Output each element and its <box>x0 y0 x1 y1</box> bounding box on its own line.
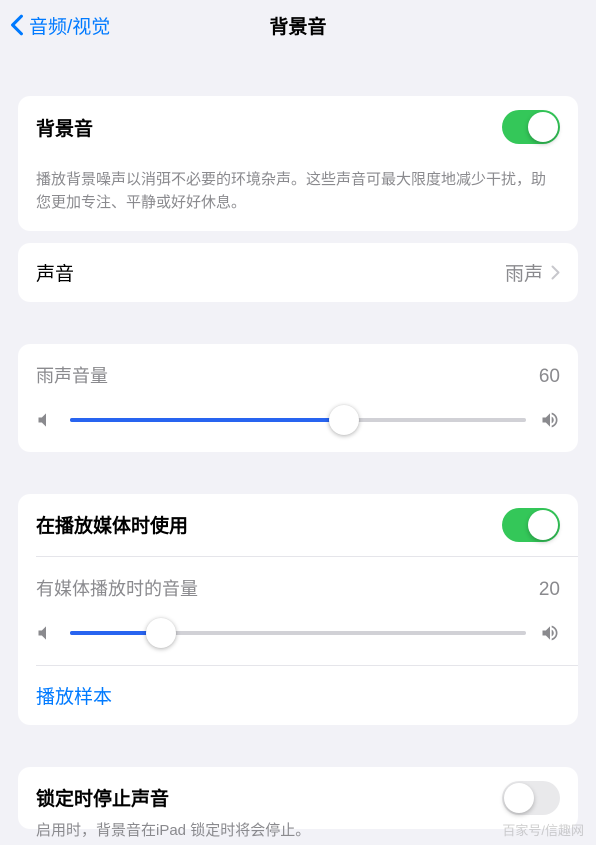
back-label: 音频/视觉 <box>29 12 110 39</box>
play-sample-button[interactable]: 播放样本 <box>18 666 578 725</box>
group-rain-volume: 雨声音量 60 <box>18 344 578 452</box>
media-volume-label: 有媒体播放时的音量 <box>36 575 198 601</box>
media-use-label: 在播放媒体时使用 <box>36 511 188 538</box>
media-use-toggle[interactable] <box>502 508 560 542</box>
lock-stop-description: 启用时，背景音在iPad 锁定时将会停止。 <box>18 807 578 842</box>
media-volume-slider[interactable] <box>70 631 526 635</box>
group-media: 在播放媒体时使用 有媒体播放时的音量 20 <box>18 494 578 725</box>
rain-volume-label: 雨声音量 <box>36 362 108 388</box>
sound-label: 声音 <box>36 259 74 286</box>
slider-thumb[interactable] <box>146 618 176 648</box>
group-sound-select: 声音 雨声 <box>18 243 578 302</box>
background-sound-toggle[interactable] <box>502 110 560 144</box>
watermark: 百家号/信趣网 <box>502 820 584 839</box>
lock-stop-toggle[interactable] <box>502 781 560 815</box>
rain-volume-slider[interactable] <box>70 418 526 422</box>
slider-thumb[interactable] <box>329 405 359 435</box>
nav-header: 音频/视觉 背景音 <box>0 0 596 50</box>
sound-select-row[interactable]: 声音 雨声 <box>18 243 578 302</box>
media-volume-value: 20 <box>539 579 560 601</box>
group-background-sound: 背景音 播放背景噪声以消弭不必要的环境杂声。这些声音可最大限度地减少干扰，助您更… <box>18 96 578 231</box>
background-sound-description: 播放背景噪声以消弭不必要的环境杂声。这些声音可最大限度地减少干扰，助您更加专注、… <box>18 158 578 231</box>
lock-stop-label: 锁定时停止声音 <box>36 784 169 811</box>
chevron-left-icon <box>10 14 24 36</box>
volume-high-icon <box>540 410 560 430</box>
volume-high-icon <box>540 623 560 643</box>
chevron-right-icon <box>551 265 560 280</box>
background-sound-label: 背景音 <box>36 114 93 141</box>
rain-volume-value: 60 <box>539 366 560 388</box>
back-button[interactable]: 音频/视觉 <box>10 12 110 39</box>
volume-low-icon <box>36 410 56 430</box>
volume-low-icon <box>36 623 56 643</box>
sound-value: 雨声 <box>505 259 543 286</box>
